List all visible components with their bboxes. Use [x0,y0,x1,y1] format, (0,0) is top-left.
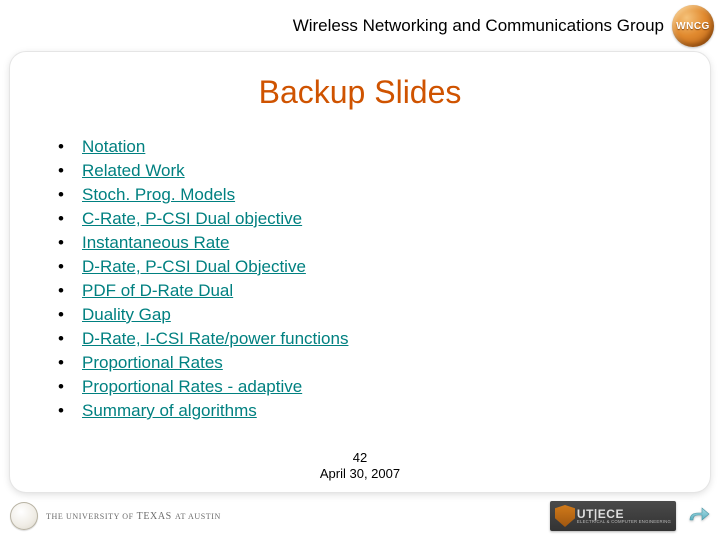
list-item: •Stoch. Prog. Models [58,185,680,205]
utece-sub: ELECTRICAL & COMPUTER ENGINEERING [577,520,671,524]
link-stoch-prog-models[interactable]: Stoch. Prog. Models [82,185,235,205]
ut-seal-icon [10,502,38,530]
list-item: •C-Rate, P-CSI Dual objective [58,209,680,229]
bullet-icon: • [58,185,82,205]
page-number: 42 [10,450,710,466]
ut-line3: AT AUSTIN [175,512,221,521]
bullet-icon: • [58,257,82,277]
group-title: Wireless Networking and Communications G… [293,16,664,36]
bullet-icon: • [58,305,82,325]
footer: THE UNIVERSITY OF TEXAS AT AUSTIN UT|ECE… [0,492,720,540]
bullet-icon: • [58,137,82,157]
bullet-icon: • [58,161,82,181]
list-item: •Proportional Rates - adaptive [58,377,680,397]
slide: Wireless Networking and Communications G… [0,0,720,540]
link-drate-icsi[interactable]: D-Rate, I-CSI Rate/power functions [82,329,348,349]
list-item: •Proportional Rates [58,353,680,373]
list-item: •Related Work [58,161,680,181]
list-item: •D-Rate, I-CSI Rate/power functions [58,329,680,349]
list-item: •Summary of algorithms [58,401,680,421]
ut-ece-shield-icon [555,505,575,527]
link-instantaneous-rate[interactable]: Instantaneous Rate [82,233,229,253]
link-summary-algorithms[interactable]: Summary of algorithms [82,401,257,421]
list-item: •D-Rate, P-CSI Dual Objective [58,257,680,277]
list-item: •Notation [58,137,680,157]
bullet-icon: • [58,233,82,253]
wncg-logo-icon: WNCG [672,5,714,47]
list-item: •Duality Gap [58,305,680,325]
list-item: •Instantaneous Rate [58,233,680,253]
link-duality-gap[interactable]: Duality Gap [82,305,171,325]
ut-ece-logo: UT|ECE ELECTRICAL & COMPUTER ENGINEERING [550,501,676,531]
content-card: Backup Slides •Notation •Related Work •S… [10,52,710,492]
ut-ece-text: UT|ECE ELECTRICAL & COMPUTER ENGINEERING [577,508,671,524]
bullet-icon: • [58,377,82,397]
link-proportional-rates-adaptive[interactable]: Proportional Rates - adaptive [82,377,302,397]
bullet-icon: • [58,281,82,301]
link-notation[interactable]: Notation [82,137,145,157]
ut-line1: THE UNIVERSITY OF [46,512,134,521]
page-date: April 30, 2007 [10,466,710,482]
slide-title: Backup Slides [40,74,680,111]
right-logo-group: UT|ECE ELECTRICAL & COMPUTER ENGINEERING [550,501,710,531]
return-icon[interactable] [686,505,710,527]
ut-text: THE UNIVERSITY OF TEXAS AT AUSTIN [46,511,221,522]
link-drate-pcsi-dual[interactable]: D-Rate, P-CSI Dual Objective [82,257,306,277]
list-item: •PDF of D-Rate Dual [58,281,680,301]
ut-line2: TEXAS [137,511,172,522]
bullet-icon: • [58,329,82,349]
page-info: 42 April 30, 2007 [10,450,710,483]
link-crate-pcsi-dual[interactable]: C-Rate, P-CSI Dual objective [82,209,302,229]
bullet-icon: • [58,401,82,421]
bullet-icon: • [58,209,82,229]
link-pdf-drate-dual[interactable]: PDF of D-Rate Dual [82,281,233,301]
link-related-work[interactable]: Related Work [82,161,185,181]
bullet-icon: • [58,353,82,373]
backup-links-list: •Notation •Related Work •Stoch. Prog. Mo… [40,137,680,425]
ut-austin-logo: THE UNIVERSITY OF TEXAS AT AUSTIN [10,502,221,530]
header: Wireless Networking and Communications G… [0,0,720,52]
link-proportional-rates[interactable]: Proportional Rates [82,353,223,373]
